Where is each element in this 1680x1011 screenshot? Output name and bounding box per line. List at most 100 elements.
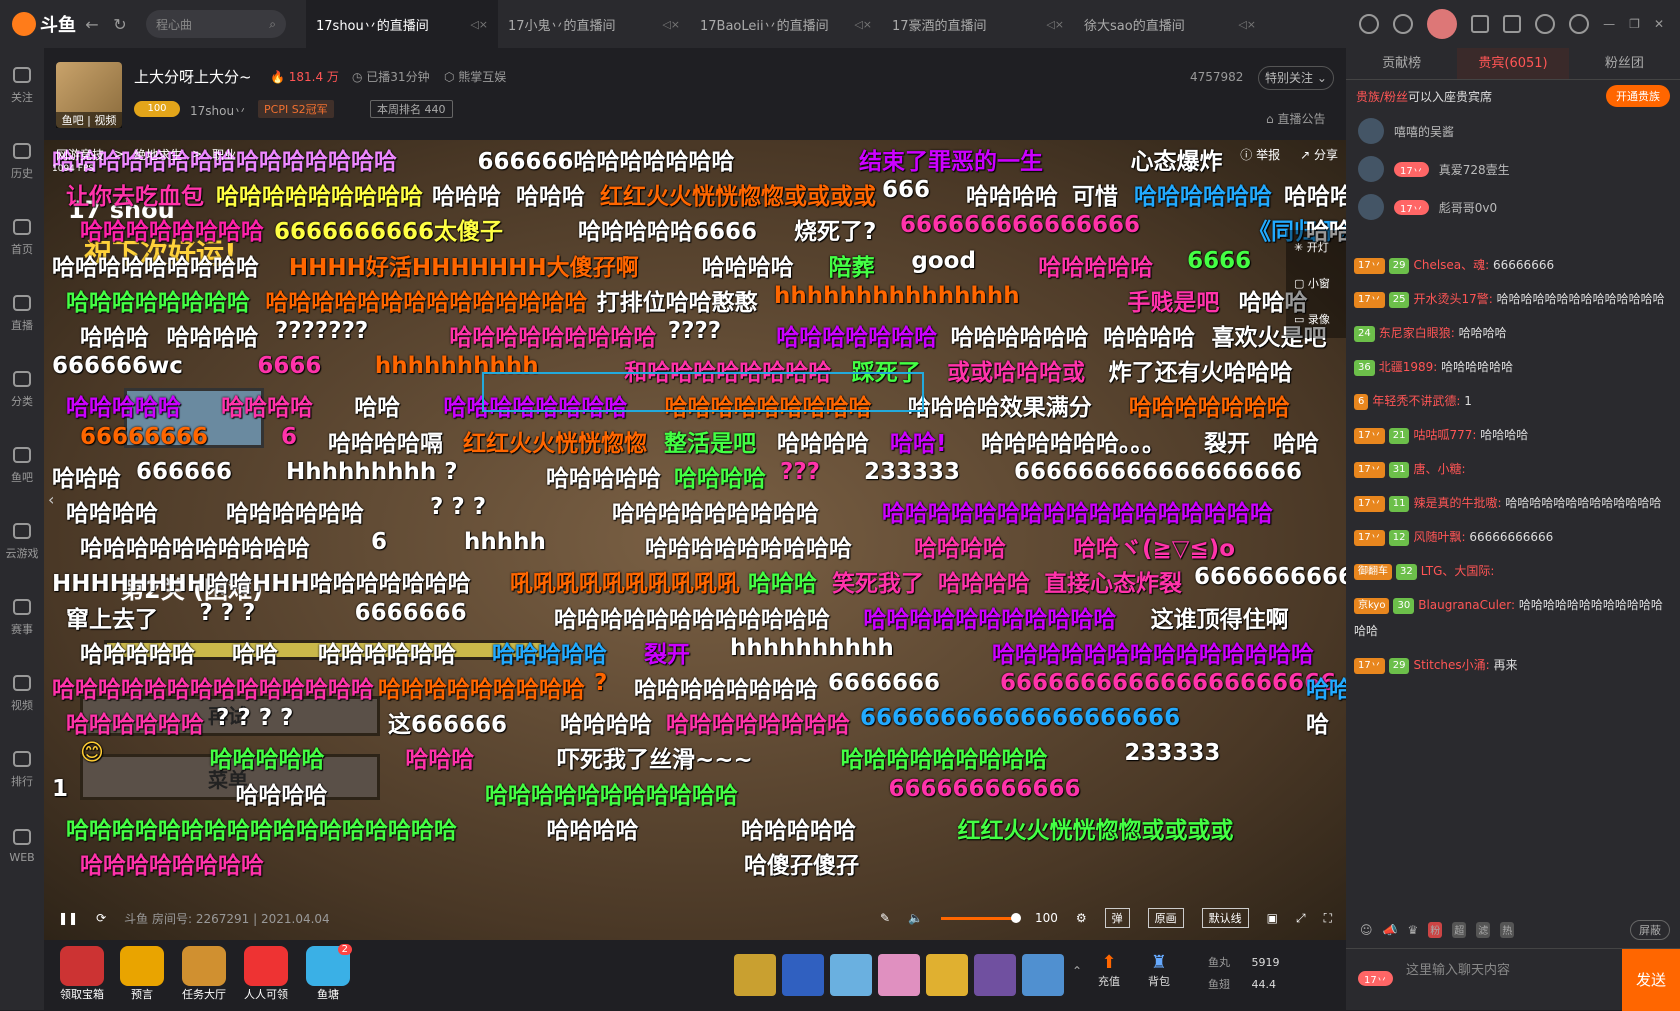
danmaku-item[interactable]: 哈哈哈哈哈哈哈 <box>1129 388 1290 422</box>
chat-username[interactable]: LTG、大国际: <box>1421 564 1495 578</box>
danmaku-item[interactable]: 整活是吧 <box>664 424 756 458</box>
anchor-tag[interactable]: PCPI S2冠军 <box>258 100 334 118</box>
danmaku-item[interactable]: 哈哈哈啊哈 <box>1306 670 1346 704</box>
danmaku-item[interactable]: 哈哈哈 <box>748 564 817 598</box>
danmaku-item[interactable]: 哈哈哈哈哈哈哈哈 <box>80 846 264 880</box>
room-category[interactable]: ⬡ 熊掌互娱 <box>444 68 506 85</box>
danmaku-item[interactable]: 这谁顶得住啊 <box>1151 600 1289 634</box>
vip-user[interactable]: 嘻嘻的吴酱 <box>1346 112 1680 150</box>
danmaku-item[interactable]: 红红火火恍恍惚惚 <box>463 424 647 458</box>
collapse-left-icon[interactable]: ‹ <box>48 490 54 509</box>
danmaku-item[interactable]: ? ? ? <box>430 494 486 520</box>
input-badge[interactable]: 17丷 <box>1358 971 1393 986</box>
danmaku-item[interactable]: 哈哈哈哈 <box>66 494 158 528</box>
chat-username[interactable]: 辣是真的牛批嗷: <box>1413 496 1501 510</box>
danmaku-item[interactable]: 666 <box>882 177 930 203</box>
danmaku-item[interactable]: 哈哈哈哈哈哈哈哈哈哈 <box>80 529 310 563</box>
danmaku-item[interactable]: 哈哈哈哈哈哈哈哈 <box>634 670 818 704</box>
chat-message[interactable]: 36 北疆1989: 哈哈哈哈哈哈 <box>1346 350 1680 384</box>
vip-user[interactable]: 17丷 彪哥哥0v0 <box>1346 188 1680 226</box>
nav-fishbar[interactable]: 鱼吧 <box>0 428 44 504</box>
danmaku-item[interactable]: 哈哈ヾ(≧▽≦)o <box>1073 529 1235 563</box>
danmaku-item[interactable]: 666666666666666666 <box>1014 459 1302 485</box>
history-clock-icon[interactable] <box>1359 14 1380 34</box>
tab-17xiaogui[interactable]: 17小鬼丷的直播间 ◁× <box>498 0 690 48</box>
danmaku-item[interactable]: 哈哈哈哈哈哈哈哈哈哈哈哈哈哈哈哈哈 <box>66 811 457 845</box>
fullscreen-icon[interactable]: ⛶ <box>1324 911 1332 926</box>
chat-username[interactable]: 开水烫头17警: <box>1413 292 1492 306</box>
chat-message[interactable]: 17丷 31 唐、小糖: <box>1346 452 1680 486</box>
danmaku-item[interactable]: 哈哈哈哈 <box>236 776 328 810</box>
nav-home[interactable]: 首页 <box>0 200 44 276</box>
danmaku-item[interactable]: 炸了还有火哈哈哈 <box>1109 353 1293 387</box>
danmaku-item[interactable]: 哈哈哈哈哈哈 <box>226 494 364 528</box>
danmaku-item[interactable]: good <box>911 248 976 274</box>
gift-item-4[interactable] <box>878 954 920 996</box>
chat-message[interactable]: 17丷 25 开水烫头17警: 哈哈哈哈哈哈哈哈哈哈哈哈哈哈 <box>1346 282 1680 316</box>
danmaku-item[interactable]: 哈哈哈哈哈哈哈哈哈 <box>612 494 819 528</box>
treasure-box-button[interactable]: 领取宝箱 <box>54 946 110 1002</box>
danmaku-item[interactable]: 哈哈哈哈哈哈。。。 <box>981 424 1165 458</box>
danmaku-item[interactable]: 打排位哈哈憨憨 <box>597 283 758 317</box>
chat-message[interactable]: 17丷 21 咕咕呱777: 哈哈哈哈 <box>1346 418 1680 452</box>
danmaku-item[interactable]: 哈哈哈哈哈哈 <box>66 705 204 739</box>
gift-item-5[interactable] <box>926 954 968 996</box>
danmaku-item[interactable]: 哈哈哈哈 <box>166 318 258 352</box>
free-gift-button[interactable]: 人人可领 <box>238 946 294 1002</box>
prophecy-button[interactable]: 预言 <box>114 946 170 1002</box>
danmaku-item[interactable]: 哈哈哈哈哈 <box>741 811 856 845</box>
danmaku-item[interactable]: 😊 <box>80 740 104 766</box>
gift-item-3[interactable] <box>830 954 872 996</box>
back-icon[interactable]: ← <box>78 15 106 34</box>
danmaku-item[interactable]: 哈哈哈哈哈哈哈哈哈哈哈哈 <box>554 600 830 634</box>
danmaku-edit-icon[interactable]: ✎ <box>880 911 890 925</box>
tab-17haojiu[interactable]: 17豪酒的直播间 ◁× <box>882 0 1074 48</box>
danmaku-item[interactable]: 哈哈哈哈哈哈哈哈哈哈哈 <box>485 776 738 810</box>
danmaku-item[interactable]: 666666666666 <box>889 776 1081 802</box>
mute-close-icon[interactable]: ◁× <box>1046 18 1064 31</box>
close-icon[interactable]: ✕ <box>1654 17 1664 31</box>
danmaku-item[interactable]: hhhhhhhhhh <box>730 635 894 661</box>
danmaku-item[interactable]: Hhhhhhhhh ? <box>286 459 458 485</box>
danmaku-item[interactable]: 哈哈哈哈哈哈哈哈 <box>80 212 264 246</box>
danmaku-item[interactable]: 哈哈哈哈哈哈哈哈 <box>66 283 250 317</box>
super-toggle[interactable]: 超 <box>1452 922 1467 938</box>
danmaku-item[interactable]: 哈哈 <box>232 635 278 669</box>
danmaku-item[interactable]: 6666 <box>257 353 321 379</box>
danmaku-item[interactable]: hhhhh <box>464 529 546 555</box>
danmaku-item[interactable]: 666666666666666666 <box>1194 564 1346 590</box>
nav-events[interactable]: 赛事 <box>0 580 44 656</box>
chat-message[interactable]: 6 年轻秃不讲武德: 1 <box>1346 384 1680 418</box>
light-toggle[interactable]: ✳ 开灯 <box>1286 230 1346 266</box>
user-avatar[interactable] <box>1427 9 1458 39</box>
danmaku-item[interactable]: 哈哈哈哈哈 <box>66 388 181 422</box>
gear-icon[interactable]: ⚙ <box>1076 911 1087 925</box>
danmaku-item[interactable]: 哈哈哈哈 <box>777 424 869 458</box>
danmaku-item[interactable]: 哈哈哈哈哈 <box>492 635 607 669</box>
horn-icon[interactable]: 📣 <box>1383 923 1398 937</box>
nav-category[interactable]: 分类 <box>0 352 44 428</box>
danmaku-item[interactable]: 哈哈哈哈 <box>966 177 1058 211</box>
danmaku-item[interactable]: 哈哈哈哈 <box>938 564 1030 598</box>
danmaku-item[interactable]: ???? <box>668 318 721 344</box>
danmaku-item[interactable]: HHHHHHHH哈哈HHH哈哈哈哈哈哈哈 <box>52 564 471 598</box>
chat-message[interactable]: 17丷 29 Stitches小涌: 再来 <box>1346 648 1680 682</box>
danmaku-item[interactable]: 陪葬 <box>829 248 875 282</box>
danmaku-item[interactable]: 吼吼吼吼吼吼吼吼吼吼 <box>510 564 740 598</box>
danmaku-item[interactable]: 哈哈哈哈哈哈哈哈 <box>666 705 850 739</box>
danmaku-item[interactable]: 哈哈哈哈哈 <box>546 459 661 493</box>
nav-cloudgame[interactable]: 云游戏 <box>0 504 44 580</box>
danmaku-item[interactable]: ? ? ? <box>199 600 255 626</box>
gift-item-6[interactable] <box>974 954 1016 996</box>
danmaku-item[interactable]: 哈哈哈哈嗝 <box>328 424 443 458</box>
danmaku-item[interactable]: 哈哈哈哈 <box>547 811 639 845</box>
danmaku-item[interactable]: 66666666 <box>80 424 208 450</box>
danmaku-item[interactable]: 笑死我了 <box>832 564 924 598</box>
danmaku-item[interactable]: 哈哈 <box>354 388 400 422</box>
danmaku-item[interactable]: 哈哈哈 <box>432 177 501 211</box>
message-icon[interactable] <box>1535 14 1556 34</box>
danmaku-item[interactable]: 哈哈哈哈 <box>1284 177 1346 211</box>
douyu-logo[interactable]: 斗鱼 <box>0 0 78 48</box>
breadcrumb-1[interactable]: 网游竞技 <box>56 146 104 163</box>
minimize-icon[interactable]: — <box>1603 17 1615 31</box>
